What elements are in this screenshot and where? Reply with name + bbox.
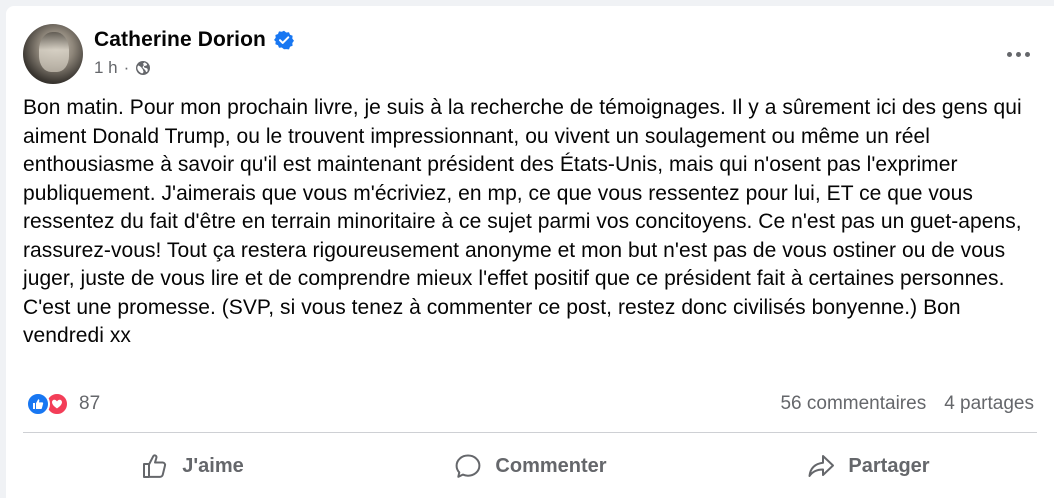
comment-button[interactable]: Commenter <box>361 440 699 492</box>
divider <box>23 432 1037 433</box>
post-meta: 1 h · <box>94 58 151 78</box>
share-label: Partager <box>848 454 930 477</box>
more-options-icon[interactable] <box>1000 42 1036 66</box>
post-card: Catherine Dorion 1 h · Bon matin. Pour m… <box>6 6 1054 498</box>
globe-icon <box>136 61 151 75</box>
reaction-summary[interactable]: 87 <box>26 392 100 416</box>
post-text: Bon matin. Pour mon prochain livre, je s… <box>23 94 1033 351</box>
comment-label: Commenter <box>495 454 607 477</box>
shares-count[interactable]: 4 partages <box>944 393 1034 415</box>
like-reaction-icon <box>26 392 50 416</box>
reaction-count[interactable]: 87 <box>79 393 100 415</box>
thumbs-up-icon <box>143 454 167 478</box>
post-stats: 56 commentaires 4 partages <box>780 393 1034 415</box>
author-avatar[interactable] <box>23 24 83 84</box>
verified-badge-icon <box>273 30 294 50</box>
post-timestamp[interactable]: 1 h <box>94 58 118 78</box>
action-bar: J'aime Commenter Partager <box>23 440 1037 492</box>
meta-separator: · <box>123 58 130 77</box>
like-label: J'aime <box>182 454 244 477</box>
comment-bubble-icon <box>456 454 481 478</box>
share-button[interactable]: Partager <box>699 440 1037 492</box>
author-name[interactable]: Catherine Dorion <box>94 28 266 52</box>
comments-count[interactable]: 56 commentaires <box>780 393 926 415</box>
like-button[interactable]: J'aime <box>23 440 361 492</box>
share-arrow-icon <box>808 455 835 477</box>
post-paragraph: Bon matin. Pour mon prochain livre, je s… <box>23 96 1022 347</box>
post-header: Catherine Dorion <box>94 28 294 52</box>
